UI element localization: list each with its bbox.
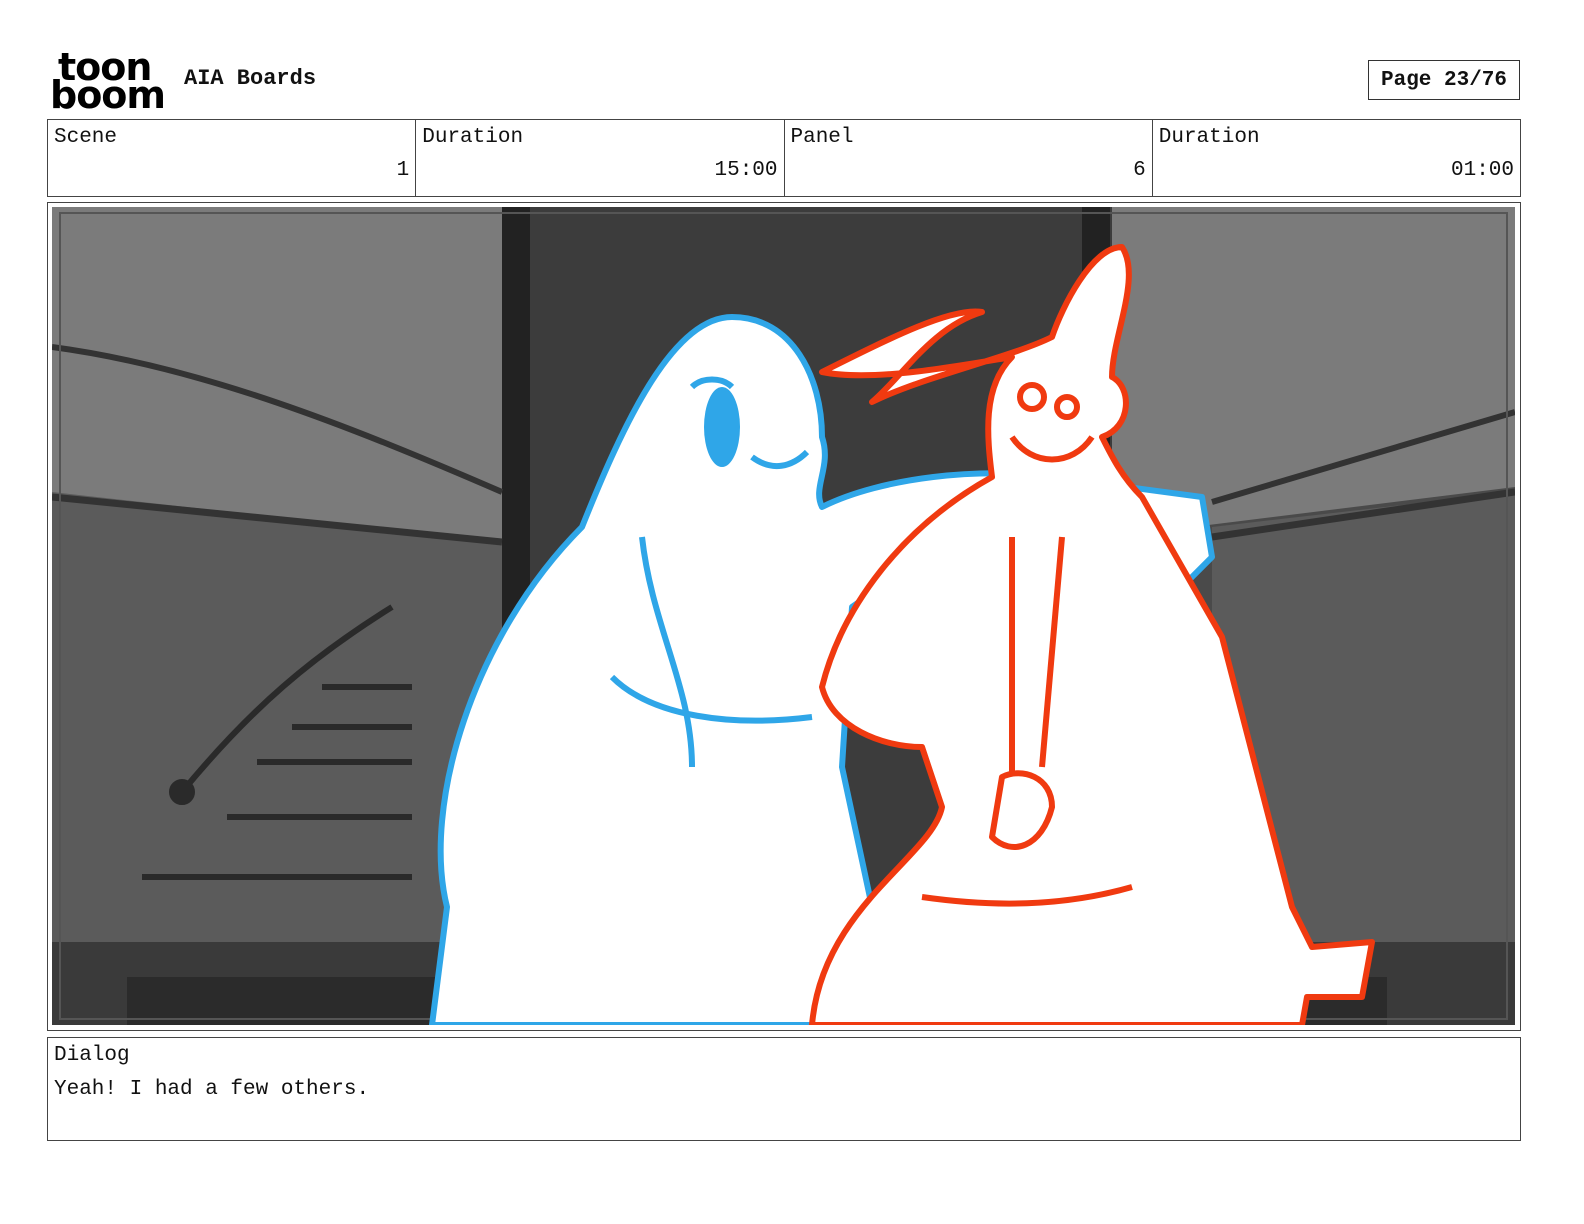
toon-boom-logo: toon boom [50,48,166,117]
info-table: Scene 1 Duration 15:00 Panel 6 Duration … [47,119,1521,197]
logo-text-bottom: boom [50,73,166,117]
scene-duration-label: Duration [422,126,524,149]
panel-cell: Panel 6 [785,120,1153,196]
scene-duration-cell: Duration 15:00 [416,120,785,196]
panel-duration-cell: Duration 01:00 [1153,120,1520,196]
page-indicator: Page 23/76 [1368,60,1520,100]
dialog-box: Dialog Yeah! I had a few others. [47,1037,1521,1141]
storyboard-panel-image [52,207,1515,1025]
scene-label: Scene [54,126,118,149]
scene-cell: Scene 1 [48,120,417,196]
dialog-text: Yeah! I had a few others. [54,1078,370,1101]
project-title: AIA Boards [184,66,317,91]
scene-value: 1 [396,159,410,182]
scene-duration-value: 15:00 [714,159,778,182]
panel-label: Panel [790,126,854,149]
panel-duration-label: Duration [1158,126,1260,149]
right-wall-upper [1112,207,1515,537]
dialog-label: Dialog [54,1044,130,1067]
panel-duration-value: 01:00 [1450,159,1514,182]
panel-frame [47,202,1521,1031]
panel-value: 6 [1133,159,1146,182]
